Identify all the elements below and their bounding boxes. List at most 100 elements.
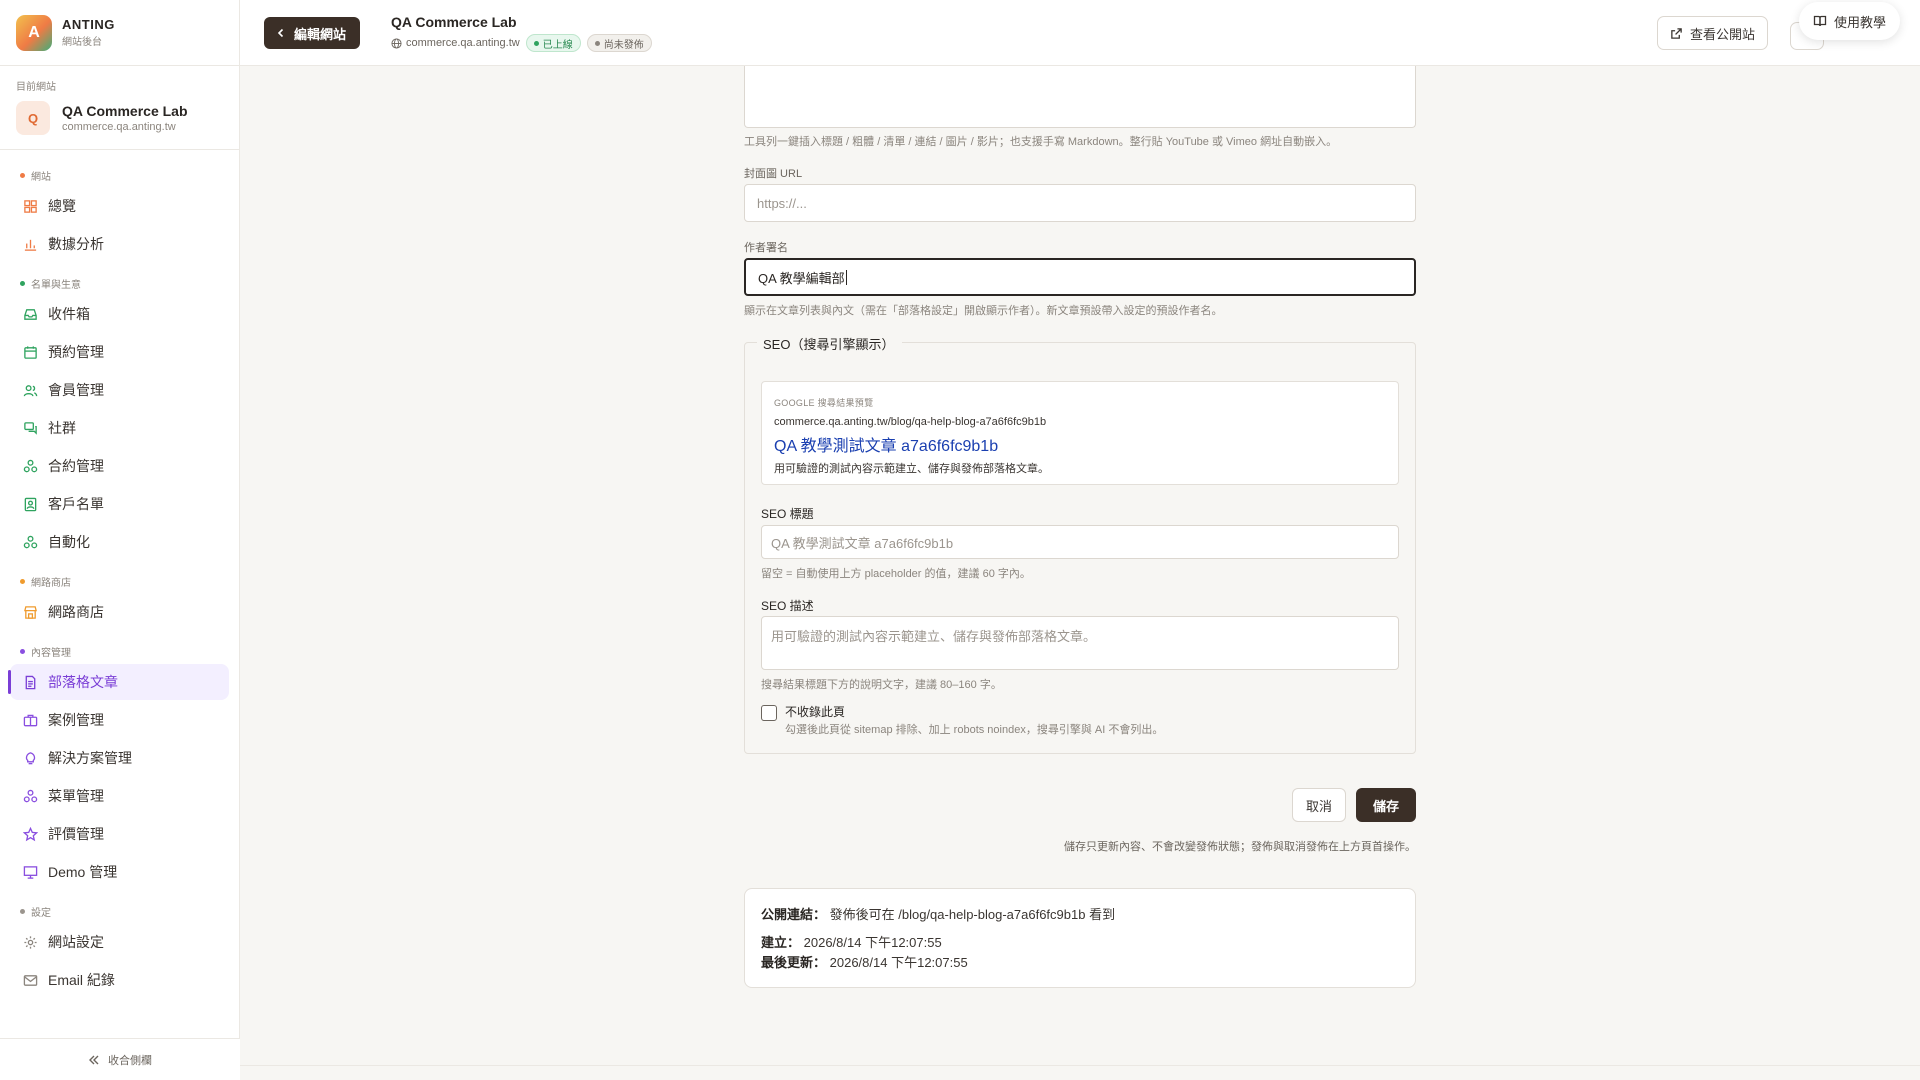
preview-url: commerce.qa.anting.tw/blog/qa-help-blog-… <box>774 416 1047 428</box>
sidebar-item-label: 解決方案管理 <box>48 750 132 766</box>
sidebar-nav: 網站 總覽 數據分析 名單與生意 收件箱 預約管理 會員管理 社群 合約管理 客… <box>0 150 239 1006</box>
created-row: 建立： 2026/8/14 下午12:07:55 <box>761 935 942 950</box>
noindex-label: 不收錄此頁 <box>785 705 846 719</box>
google-preview: GOOGLE 搜尋結果預覽 commerce.qa.anting.tw/blog… <box>761 381 1399 485</box>
footer-divider <box>240 1065 1920 1066</box>
sidebar-item-label: 自動化 <box>48 534 90 550</box>
collapse-sidebar-button[interactable]: 收合側欄 <box>0 1038 240 1080</box>
mail-icon <box>22 972 38 988</box>
sidebar-item-label: 網路商店 <box>48 604 104 620</box>
chat-icon <box>22 420 38 436</box>
bar-chart-icon <box>22 236 38 252</box>
header-site-info: QA Commerce Lab commerce.qa.anting.tw 已上… <box>391 14 652 52</box>
author-input[interactable]: QA 教學編輯部 <box>744 258 1416 296</box>
status-badge-live: 已上線 <box>525 34 581 52</box>
sidebar-item-label: 網站設定 <box>48 934 104 950</box>
sidebar-item-community[interactable]: 社群 <box>10 410 229 446</box>
seo-title-label: SEO 標題 <box>761 507 814 521</box>
sidebar-item-bookings[interactable]: 預約管理 <box>10 334 229 370</box>
main-content: 工具列一鍵插入標題 / 粗體 / 清單 / 連結 / 圖片 / 影片；也支援手寫… <box>240 66 1920 1080</box>
sidebar-item-blog[interactable]: 部落格文章 <box>8 664 229 700</box>
book-icon <box>1813 15 1827 27</box>
sidebar-item-site-settings[interactable]: 網站設定 <box>10 924 229 960</box>
seo-legend: SEO（搜尋引擎顯示） <box>757 334 903 353</box>
sidebar-item-analytics[interactable]: 數據分析 <box>10 226 229 262</box>
cover-url-input[interactable]: https://... <box>744 184 1416 222</box>
sidebar-item-reviews[interactable]: 評價管理 <box>10 816 229 852</box>
seo-title-hint: 留空 = 自動使用上方 placeholder 的值，建議 60 字內。 <box>761 568 1031 580</box>
current-site-switcher[interactable]: Q QA Commerce Lab commerce.qa.anting.tw <box>16 101 223 135</box>
contact-card-icon <box>22 496 38 512</box>
author-label: 作者署名 <box>744 242 788 254</box>
save-note: 儲存只更新內容、不會改變發佈狀態；發佈與取消發佈在上方頁首操作。 <box>1064 841 1416 853</box>
sidebar-item-solutions[interactable]: 解決方案管理 <box>10 740 229 776</box>
text-caret <box>845 269 847 285</box>
sidebar-item-label: 數據分析 <box>48 236 104 252</box>
brand-name: ANTING <box>62 17 115 32</box>
globe-icon <box>391 37 402 49</box>
site-name: QA Commerce Lab <box>62 103 188 119</box>
users-icon <box>22 382 38 398</box>
sidebar-item-shop[interactable]: 網路商店 <box>10 594 229 630</box>
post-editor-form: 工具列一鍵插入標題 / 粗體 / 清單 / 連結 / 圖片 / 影片；也支援手寫… <box>744 66 1416 1066</box>
sidebar-item-cases[interactable]: 案例管理 <box>10 702 229 738</box>
sidebar-item-email-log[interactable]: Email 紀錄 <box>10 962 229 998</box>
nav-group-shop: 網路商店 <box>10 570 229 592</box>
nav-group-content: 內容管理 <box>10 640 229 662</box>
tutorial-button[interactable]: 使用教學 <box>1798 2 1900 40</box>
sidebar-item-overview[interactable]: 總覽 <box>10 188 229 224</box>
updated-row: 最後更新： 2026/8/14 下午12:07:55 <box>761 955 968 970</box>
sidebar-item-label: 評價管理 <box>48 826 104 842</box>
brand-logo: A <box>16 14 52 51</box>
calendar-icon <box>22 344 38 360</box>
top-header: 編輯網站 QA Commerce Lab commerce.qa.anting.… <box>240 0 1920 66</box>
seo-title-input[interactable]: QA 教學測試文章 a7a6f6fc9b1b <box>761 525 1399 559</box>
brand: A ANTING 網站後台 <box>0 0 239 66</box>
seo-section: SEO（搜尋引擎顯示） GOOGLE 搜尋結果預覽 commerce.qa.an… <box>744 334 1416 754</box>
post-meta-card: 公開連結： 發佈後可在 /blog/qa-help-blog-a7a6f6fc9… <box>744 888 1416 988</box>
editor-hint: 工具列一鍵插入標題 / 粗體 / 清單 / 連結 / 圖片 / 影片；也支援手寫… <box>744 136 1338 148</box>
sidebar-item-label: 部落格文章 <box>48 674 118 690</box>
cancel-button[interactable]: 取消 <box>1292 788 1346 822</box>
sidebar-item-contracts[interactable]: 合約管理 <box>10 448 229 484</box>
header-site-name: QA Commerce Lab <box>391 14 517 30</box>
preview-description: 用可驗證的測試內容示範建立、儲存與發佈部落格文章。 <box>774 463 1049 475</box>
gear-icon <box>22 934 38 950</box>
sidebar-item-menu[interactable]: 菜單管理 <box>10 778 229 814</box>
view-public-site-button[interactable]: 查看公開站 <box>1656 16 1768 50</box>
presentation-icon <box>22 864 38 880</box>
sidebar-item-label: 社群 <box>48 420 76 436</box>
site-avatar: Q <box>16 101 50 135</box>
cluster-icon <box>22 788 38 804</box>
public-link-row: 公開連結： 發佈後可在 /blog/qa-help-blog-a7a6f6fc9… <box>761 907 1116 922</box>
sidebar-item-clients[interactable]: 客戶名單 <box>10 486 229 522</box>
noindex-checkbox[interactable] <box>761 705 777 721</box>
collapse-label: 收合側欄 <box>108 1054 152 1067</box>
nav-group-site: 網站 <box>10 164 229 186</box>
brand-subtitle: 網站後台 <box>62 37 102 48</box>
document-icon <box>22 674 38 690</box>
save-button[interactable]: 儲存 <box>1356 788 1416 822</box>
store-icon <box>22 604 38 620</box>
double-chevron-left-icon <box>89 1055 99 1064</box>
sidebar-item-label: 預約管理 <box>48 344 104 360</box>
site-domain: commerce.qa.anting.tw <box>62 121 176 133</box>
sidebar-item-inbox[interactable]: 收件箱 <box>10 296 229 332</box>
sidebar-item-label: 合約管理 <box>48 458 104 474</box>
inbox-icon <box>22 306 38 322</box>
sidebar-item-label: Email 紀錄 <box>48 972 115 988</box>
seo-description-input[interactable]: 用可驗證的測試內容示範建立、儲存與發佈部落格文章。 <box>761 616 1399 670</box>
sidebar-item-demo[interactable]: Demo 管理 <box>10 854 229 890</box>
edit-site-button[interactable]: 編輯網站 <box>264 17 361 49</box>
sidebar-item-members[interactable]: 會員管理 <box>10 372 229 408</box>
external-link-icon <box>1671 27 1682 39</box>
nav-group-leads: 名單與生意 <box>10 272 229 294</box>
seo-description-hint: 搜尋結果標題下方的說明文字，建議 80–160 字。 <box>761 679 1002 691</box>
nav-group-settings: 設定 <box>10 900 229 922</box>
content-editor[interactable] <box>744 66 1416 128</box>
sidebar-item-label: 菜單管理 <box>48 788 104 804</box>
sidebar-item-automation[interactable]: 自動化 <box>10 524 229 560</box>
preview-title: QA 教學測試文章 a7a6f6fc9b1b <box>774 438 999 455</box>
noindex-hint: 勾選後此頁從 sitemap 排除、加上 robots noindex，搜尋引擎… <box>785 724 1164 736</box>
cover-url-label: 封面圖 URL <box>744 168 803 180</box>
